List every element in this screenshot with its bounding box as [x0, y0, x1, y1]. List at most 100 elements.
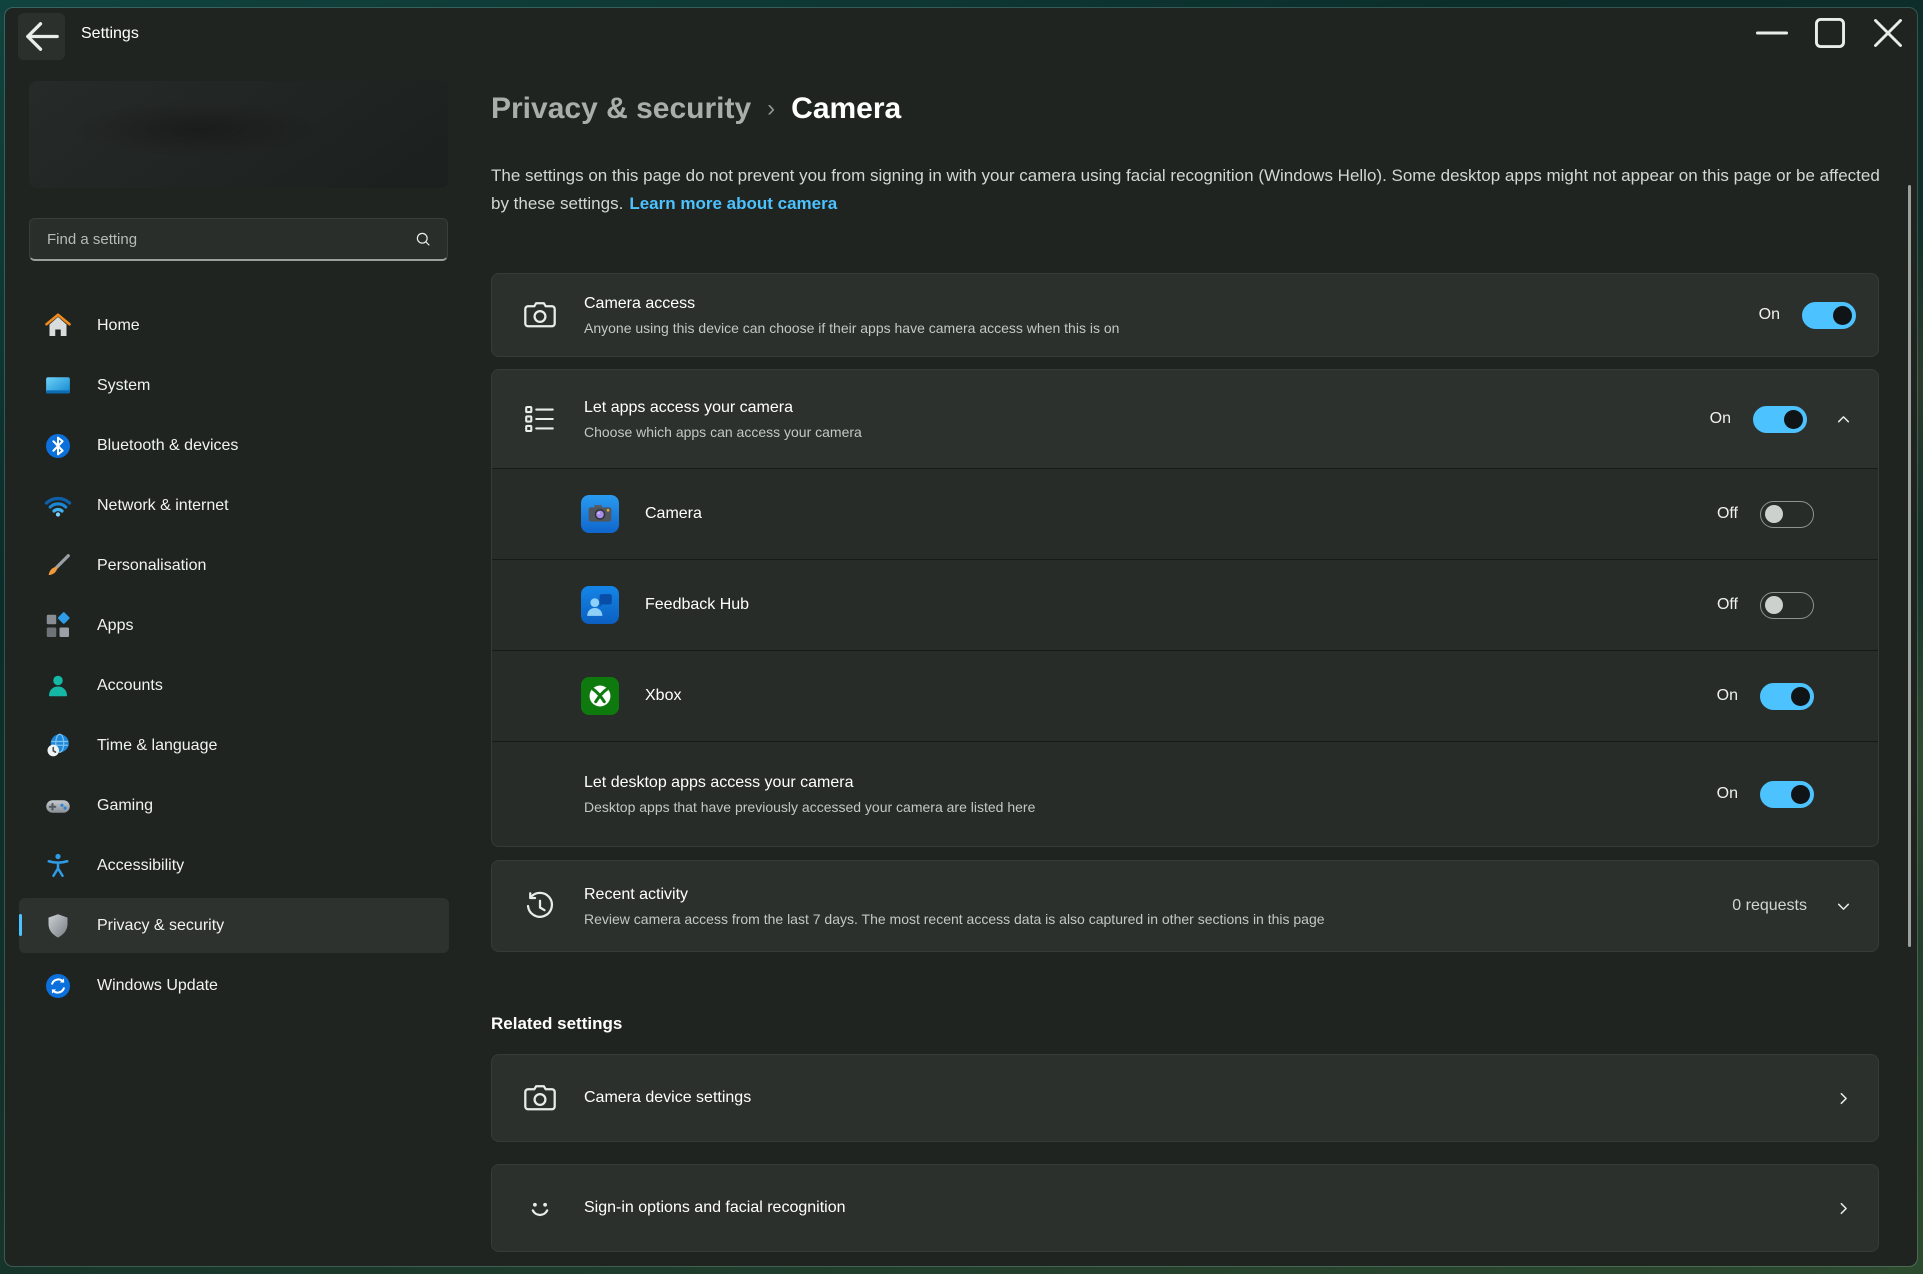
- app-title: Settings: [81, 25, 139, 43]
- sidebar-item-label: Windows Update: [97, 977, 218, 995]
- app-toggle[interactable]: [1760, 683, 1814, 710]
- page-description: The settings on this page do not prevent…: [491, 162, 1881, 218]
- privacy-security-icon: [43, 911, 73, 941]
- chevron-right-icon: [1833, 1198, 1854, 1219]
- recent-activity-title: Recent activity: [584, 884, 1732, 906]
- settings-cards: Camera access Anyone using this device c…: [491, 273, 1879, 1252]
- app-state-label: Off: [1717, 596, 1738, 614]
- sidebar-item-accessibility[interactable]: Accessibility: [19, 838, 449, 893]
- accessibility-icon: [43, 851, 73, 881]
- sign-in-options-card[interactable]: Sign-in options and facial recognition: [491, 1164, 1879, 1252]
- face-icon: [522, 1190, 558, 1226]
- chevron-up-icon: [1833, 409, 1854, 430]
- desktop-apps-title: Let desktop apps access your camera: [584, 772, 1717, 794]
- app-toggle[interactable]: [1760, 501, 1814, 528]
- camera-outline-icon: [522, 1080, 558, 1116]
- sidebar-item-label: System: [97, 377, 150, 395]
- chevron-down-icon: [1833, 896, 1854, 917]
- search-box: [29, 218, 448, 261]
- system-icon: [43, 371, 73, 401]
- sidebar-item-privacy-security[interactable]: Privacy & security: [19, 898, 449, 953]
- camera-app-icon: [581, 495, 619, 533]
- sidebar-item-time-language[interactable]: Time & language: [19, 718, 449, 773]
- sidebar-nav: Home System Bluetooth & devices Network …: [19, 298, 449, 1018]
- desktop-apps-text: Let desktop apps access your camera Desk…: [584, 772, 1717, 817]
- chevron-right-icon: [1833, 1088, 1854, 1109]
- desktop-apps-description: Desktop apps that have previously access…: [584, 797, 1717, 817]
- back-button[interactable]: [18, 13, 65, 60]
- sidebar-item-label: Accessibility: [97, 857, 184, 875]
- vertical-scrollbar[interactable]: [1908, 185, 1911, 947]
- camera-access-description: Anyone using this device can choose if t…: [584, 318, 1759, 338]
- sidebar-item-label: Home: [97, 317, 140, 335]
- maximize-button[interactable]: [1801, 8, 1859, 58]
- learn-more-link[interactable]: Learn more about camera: [629, 194, 837, 213]
- camera-device-settings-label: Camera device settings: [584, 1089, 1833, 1107]
- breadcrumb-separator-icon: ›: [751, 95, 791, 123]
- time-language-icon: [43, 731, 73, 761]
- apps-list-icon: [522, 401, 558, 437]
- network-icon: [43, 491, 73, 521]
- sidebar-item-label: Time & language: [97, 737, 217, 755]
- main-content: Privacy & security › Camera The settings…: [467, 62, 1917, 1266]
- windows-update-icon: [43, 971, 73, 1001]
- let-apps-text: Let apps access your camera Choose which…: [584, 397, 1710, 442]
- app-toggle[interactable]: [1760, 592, 1814, 619]
- app-name: Feedback Hub: [645, 596, 1717, 614]
- app-row-xbox: Xbox On: [492, 651, 1878, 741]
- sidebar-item-apps[interactable]: Apps: [19, 598, 449, 653]
- sidebar-item-gaming[interactable]: Gaming: [19, 778, 449, 833]
- sidebar-item-label: Accounts: [97, 677, 163, 695]
- let-apps-group-card: Let apps access your camera Choose which…: [491, 369, 1879, 847]
- desktop-apps-toggle[interactable]: [1760, 781, 1814, 808]
- user-profile-card[interactable]: [29, 81, 448, 188]
- let-apps-toggle[interactable]: [1753, 406, 1807, 433]
- back-arrow-icon: [18, 13, 65, 60]
- camera-access-state-label: On: [1759, 306, 1780, 324]
- history-icon: [522, 888, 558, 924]
- sidebar-item-personalisation[interactable]: Personalisation: [19, 538, 449, 593]
- camera-access-text: Camera access Anyone using this device c…: [584, 293, 1759, 338]
- close-button[interactable]: [1859, 8, 1917, 58]
- close-icon: [1859, 8, 1917, 58]
- app-state-label: Off: [1717, 505, 1738, 523]
- app-row-feedback-hub: Feedback Hub Off: [492, 560, 1878, 650]
- xbox-app-icon: [581, 677, 619, 715]
- camera-device-settings-card[interactable]: Camera device settings: [491, 1054, 1879, 1142]
- sidebar-item-system[interactable]: System: [19, 358, 449, 413]
- camera-outline-icon: [522, 297, 558, 333]
- sidebar-item-accounts[interactable]: Accounts: [19, 658, 449, 713]
- sidebar-item-home[interactable]: Home: [19, 298, 449, 353]
- breadcrumb-parent[interactable]: Privacy & security: [491, 92, 751, 126]
- selected-accent-bar: [19, 914, 22, 936]
- let-apps-description: Choose which apps can access your camera: [584, 422, 1710, 442]
- accounts-icon: [43, 671, 73, 701]
- desktop-apps-state-label: On: [1717, 785, 1738, 803]
- feedback-hub-app-icon: [581, 586, 619, 624]
- recent-activity-card[interactable]: Recent activity Review camera access fro…: [491, 860, 1879, 952]
- minimize-button[interactable]: [1743, 8, 1801, 58]
- recent-activity-count: 0 requests: [1732, 897, 1807, 915]
- let-apps-header-row[interactable]: Let apps access your camera Choose which…: [492, 370, 1878, 468]
- sidebar-item-label: Bluetooth & devices: [97, 437, 238, 455]
- sidebar-item-label: Gaming: [97, 797, 153, 815]
- settings-window: Settings Home System Bluetooth & devices: [5, 8, 1917, 1266]
- sidebar-item-label: Apps: [97, 617, 133, 635]
- gaming-icon: [43, 791, 73, 821]
- breadcrumb: Privacy & security › Camera: [491, 92, 1917, 126]
- app-state-label: On: [1717, 687, 1738, 705]
- camera-access-toggle[interactable]: [1802, 302, 1856, 329]
- recent-activity-description: Review camera access from the last 7 day…: [584, 909, 1732, 929]
- minimize-icon: [1743, 8, 1801, 58]
- camera-access-title: Camera access: [584, 293, 1759, 315]
- window-controls: [1743, 8, 1917, 58]
- sidebar-item-network-internet[interactable]: Network & internet: [19, 478, 449, 533]
- sidebar-item-bluetooth-devices[interactable]: Bluetooth & devices: [19, 418, 449, 473]
- camera-access-card: Camera access Anyone using this device c…: [491, 273, 1879, 357]
- search-input[interactable]: [30, 231, 414, 248]
- related-settings-heading: Related settings: [491, 1014, 1879, 1034]
- bluetooth-icon: [43, 431, 73, 461]
- search-icon[interactable]: [414, 230, 432, 248]
- recent-activity-text: Recent activity Review camera access fro…: [584, 884, 1732, 929]
- sidebar-item-windows-update[interactable]: Windows Update: [19, 958, 449, 1013]
